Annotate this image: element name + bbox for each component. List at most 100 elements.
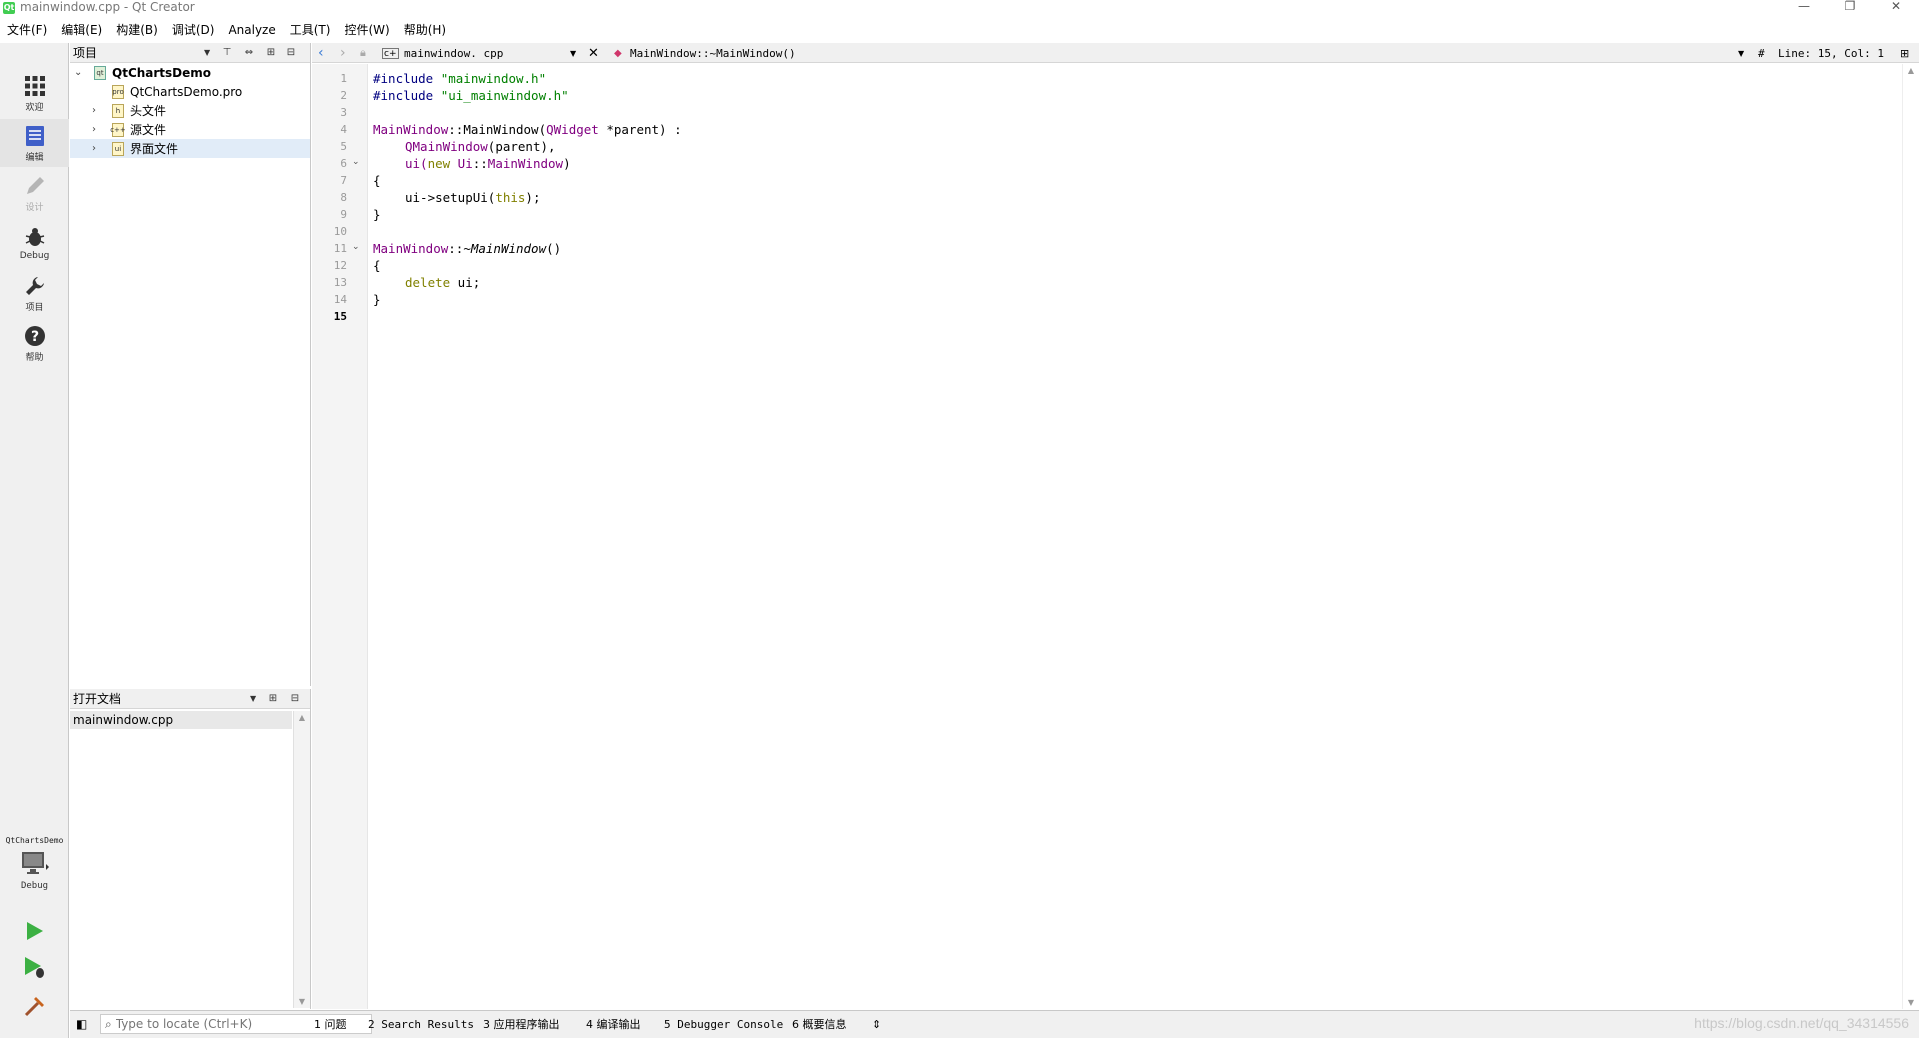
output-tab-search-results[interactable]: 2 Search Results: [368, 1016, 474, 1034]
line-number: 5: [340, 140, 347, 153]
tabs-overflow-icon[interactable]: ⇕: [872, 1016, 881, 1034]
chevron-down-icon[interactable]: ▼: [204, 48, 210, 57]
restore-button[interactable]: ❐: [1827, 0, 1873, 15]
play-icon: [27, 922, 43, 940]
menu-edit[interactable]: 编辑(E): [54, 20, 109, 40]
mode-edit-label: 编辑: [25, 152, 44, 163]
build-button[interactable]: [20, 993, 48, 1021]
line-number: 9: [340, 208, 347, 221]
code-token: ui;: [450, 275, 481, 290]
mode-edit[interactable]: 编辑: [0, 119, 69, 167]
menu-widgets[interactable]: 控件(W): [337, 20, 396, 40]
line-number: 14: [333, 293, 347, 306]
mode-debug-label: Debug: [19, 251, 50, 261]
split-icon[interactable]: ⊞: [1900, 43, 1909, 63]
tree-item-headers[interactable]: › h 头文件: [70, 101, 310, 120]
code-token: QMainWindow: [405, 139, 488, 154]
search-icon: ⌕: [105, 1016, 112, 1031]
lock-icon[interactable]: 🔒︎: [360, 43, 366, 63]
menu-debug[interactable]: 调试(D): [165, 20, 222, 40]
symbol-selector[interactable]: MainWindow::~MainWindow(): [630, 43, 796, 63]
mode-welcome[interactable]: 欢迎: [0, 69, 69, 117]
chevron-down-icon[interactable]: ▼: [570, 43, 576, 63]
source-folder-icon: c++: [110, 122, 126, 137]
minimize-button[interactable]: —: [1781, 0, 1827, 15]
code-line: #include "mainwindow.h": [373, 70, 546, 87]
tree-item-sources[interactable]: › c++ 源文件: [70, 120, 310, 139]
tree-item-forms[interactable]: › ui 界面文件: [70, 139, 310, 158]
run-button[interactable]: [20, 917, 48, 945]
scroll-up-icon[interactable]: ▲: [294, 713, 310, 722]
project-panel-title[interactable]: 项目: [73, 44, 97, 61]
mode-projects-label: 项目: [25, 302, 44, 313]
menu-build[interactable]: 构建(B): [109, 20, 165, 40]
line-number: 12: [333, 259, 347, 272]
chevron-right-icon[interactable]: ›: [92, 143, 96, 154]
sidebar-toggle-icon[interactable]: ◧: [76, 1017, 87, 1031]
output-tab-debugger-console[interactable]: 5 Debugger Console: [664, 1016, 783, 1034]
menu-help[interactable]: 帮助(H): [397, 20, 453, 40]
help-icon: ?: [23, 324, 47, 348]
open-doc-item[interactable]: mainwindow.cpp: [70, 711, 292, 729]
chevron-down-icon[interactable]: ⌄: [74, 67, 82, 78]
menu-analyze[interactable]: Analyze: [221, 20, 282, 40]
code-line: #include "ui_mainwindow.h": [373, 87, 569, 104]
locator-input[interactable]: [115, 1017, 346, 1031]
fold-marker-icon[interactable]: ⌄: [352, 242, 360, 252]
code-token: QWidget: [546, 122, 599, 137]
chevron-right-icon[interactable]: ›: [92, 105, 96, 116]
open-docs-header: 打开文档 ▼ ⊞ ⊟: [70, 689, 310, 709]
wrench-icon: [23, 274, 47, 298]
output-tab-app-output[interactable]: 3 应用程序输出: [483, 1016, 560, 1034]
filter-icon[interactable]: ⊤: [220, 46, 234, 60]
code-token: *parent) :: [598, 122, 682, 137]
code-token: MainWindow: [373, 241, 449, 256]
close-panel-icon[interactable]: ⊟: [288, 692, 302, 706]
chevron-down-icon[interactable]: ▼: [1738, 43, 1744, 63]
open-docs-title[interactable]: 打开文档: [73, 690, 121, 707]
open-docs-scrollbar[interactable]: ▲ ▼: [293, 711, 310, 1008]
forward-icon[interactable]: ›: [340, 43, 346, 63]
watermark: https://blog.csdn.net/qq_34314556: [1694, 1015, 1909, 1031]
close-icon[interactable]: ✕: [588, 43, 599, 63]
mode-help[interactable]: ? 帮助: [0, 319, 69, 367]
menu-tools[interactable]: 工具(T): [283, 20, 338, 40]
output-tab-issues[interactable]: 1 问题: [314, 1016, 347, 1034]
mode-projects[interactable]: 项目: [0, 269, 69, 317]
output-tab-compile-output[interactable]: 4 编译输出: [586, 1016, 641, 1034]
code-editor[interactable]: #include "mainwindow.h" #include "ui_mai…: [373, 64, 1898, 1009]
encoding-indicator[interactable]: #: [1758, 43, 1765, 63]
close-window-button[interactable]: ✕: [1873, 0, 1919, 15]
status-bar: ◧ ⌕ 1 问题 2 Search Results 3 应用程序输出 4 编译输…: [70, 1010, 1919, 1038]
tree-item-project[interactable]: ⌄ qt QtChartsDemo: [70, 63, 310, 82]
mode-design[interactable]: 设计: [0, 169, 69, 217]
code-token: ::: [448, 241, 464, 256]
mode-debug[interactable]: Debug: [0, 219, 69, 267]
output-tab-general-messages[interactable]: 6 概要信息: [792, 1016, 847, 1034]
editor-scrollbar[interactable]: ▲ ▼: [1902, 64, 1919, 1009]
tree-item-pro-file[interactable]: pro QtChartsDemo.pro: [70, 82, 310, 101]
split-icon[interactable]: ⊞: [266, 692, 280, 706]
scroll-down-icon[interactable]: ▼: [294, 997, 310, 1006]
code-line: }: [373, 207, 381, 222]
qt-logo-icon: Qt: [3, 1, 15, 14]
split-icon[interactable]: ⊞: [264, 46, 278, 60]
scroll-up-icon[interactable]: ▲: [1903, 66, 1919, 75]
kit-selector[interactable]: Debug: [0, 851, 69, 901]
file-selector[interactable]: mainwindow. cpp: [404, 43, 503, 63]
line-number: 10: [333, 225, 347, 238]
scroll-down-icon[interactable]: ▼: [1903, 998, 1919, 1007]
code-token: ::: [472, 156, 488, 171]
back-icon[interactable]: ‹: [318, 43, 324, 63]
debug-run-button[interactable]: [20, 953, 48, 981]
fold-marker-icon[interactable]: ⌄: [352, 157, 360, 167]
close-panel-icon[interactable]: ⊟: [284, 46, 298, 60]
chevron-down-icon[interactable]: ▼: [250, 694, 256, 703]
line-number: 3: [340, 106, 347, 119]
sync-link-icon[interactable]: ⇔: [242, 46, 256, 60]
code-token: ui->setupUi(: [405, 190, 496, 205]
menu-file[interactable]: 文件(F): [0, 20, 54, 40]
grid-icon: [23, 74, 47, 98]
cursor-position[interactable]: Line: 15, Col: 1: [1778, 43, 1884, 63]
chevron-right-icon[interactable]: ›: [92, 124, 96, 135]
